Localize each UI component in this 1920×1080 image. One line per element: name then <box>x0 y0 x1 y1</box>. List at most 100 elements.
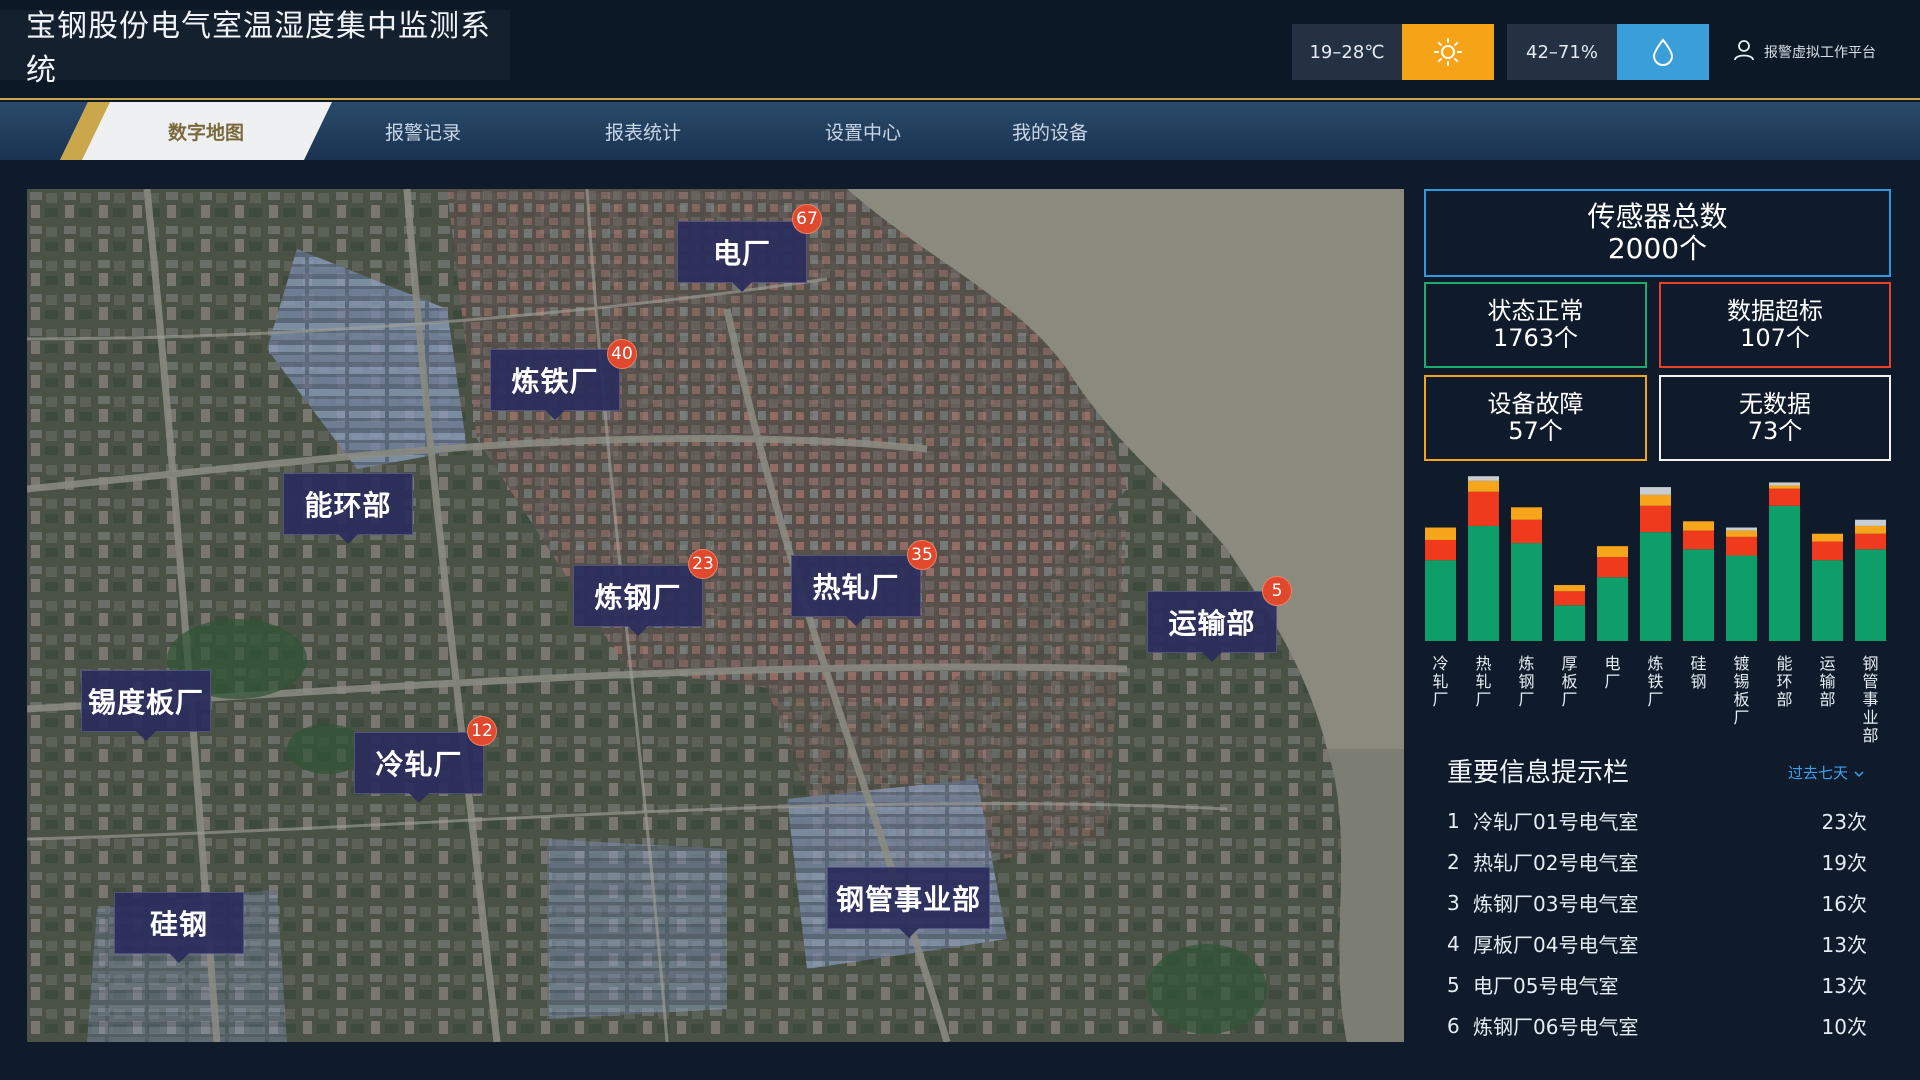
data-exceeded-label: 数据超标 <box>1727 297 1823 325</box>
device-fault-value: 57个 <box>1508 417 1563 445</box>
bar-segment <box>1683 521 1714 531</box>
bar-segment <box>1855 525 1886 534</box>
map-marker-energy-environment[interactable]: 能环部 <box>283 473 413 544</box>
map-marker-silicon-steel[interactable]: 硅钢 <box>114 892 244 963</box>
bar-segment <box>1726 536 1757 556</box>
map-marker-steel-pipe[interactable]: 钢管事业部 <box>827 867 990 938</box>
marker-label: 炼铁厂 <box>511 365 599 398</box>
item-index: 6 <box>1447 1013 1460 1038</box>
list-item[interactable]: 3 炼钢厂03号电气室 16次 <box>1447 882 1867 923</box>
bar-segment <box>1468 480 1499 492</box>
alarm-count-badge: 23 <box>688 549 718 579</box>
status-normal-card[interactable]: 状态正常 1763个 <box>1424 282 1647 368</box>
tab-alarm-records[interactable]: 报警记录 <box>385 102 461 160</box>
user-icon <box>1732 38 1756 66</box>
list-item[interactable]: 1 冷轧厂01号电气室 23次 <box>1447 800 1867 841</box>
sun-icon <box>1402 24 1494 80</box>
no-data-card[interactable]: 无数据 73个 <box>1659 375 1891 461</box>
category-label: 厂 <box>1561 690 1577 709</box>
bar-segment <box>1597 557 1628 578</box>
bar-segment <box>1812 541 1843 561</box>
category-label: 厂 <box>1432 690 1448 709</box>
category-label: 厂 <box>1733 708 1749 727</box>
bar-segment <box>1554 585 1585 592</box>
water-drop-icon <box>1617 24 1709 80</box>
marker-label: 炼钢厂 <box>594 581 682 614</box>
bar-segment <box>1855 549 1886 641</box>
status-normal-label: 状态正常 <box>1487 297 1584 325</box>
list-item[interactable]: 5 电厂05号电气室 13次 <box>1447 964 1867 1005</box>
tab-my-devices[interactable]: 我的设备 <box>1012 102 1088 160</box>
bar-segment <box>1640 487 1671 495</box>
tab-digital-map[interactable]: 数字地图 <box>60 102 332 160</box>
item-index: 5 <box>1447 972 1460 997</box>
device-fault-card[interactable]: 设备故障 57个 <box>1424 375 1647 461</box>
list-item[interactable]: 2 热轧厂02号电气室 19次 <box>1447 841 1867 882</box>
category-label: 电 <box>1604 654 1620 673</box>
bar-segment <box>1855 533 1886 550</box>
item-count: 19次 <box>1821 851 1867 875</box>
marker-label: 冷轧厂 <box>375 748 463 781</box>
bar-segment <box>1640 505 1671 533</box>
marker-label: 硅钢 <box>149 908 208 941</box>
map-marker-hot-rolling[interactable]: 热轧厂 <box>791 555 921 626</box>
category-label: 事 <box>1862 690 1878 709</box>
category-label: 厚 <box>1561 654 1577 673</box>
bar-segment <box>1726 527 1757 531</box>
time-range-label: 过去七天 <box>1788 764 1849 782</box>
category-label: 部 <box>1776 690 1792 709</box>
temperature-widget: 19–28℃ <box>1292 24 1494 80</box>
list-item[interactable]: 4 厚板厂04号电气室 13次 <box>1447 923 1867 964</box>
bar-segment <box>1511 519 1542 544</box>
item-count: 23次 <box>1821 810 1867 834</box>
item-index: 1 <box>1447 808 1460 833</box>
item-name: 炼钢厂06号电气室 <box>1473 1015 1639 1039</box>
map-marker-tinplate[interactable]: 锡度板厂 <box>81 670 211 741</box>
marker-label: 电厂 <box>712 237 771 270</box>
time-range-dropdown[interactable]: 过去七天 <box>1788 762 1864 783</box>
marker-label: 运输部 <box>1168 607 1256 640</box>
humidity-range: 42–71% <box>1507 24 1617 80</box>
category-label: 钢 <box>1862 654 1878 673</box>
stacked-bar-chart: 冷轧厂热轧厂炼钢厂厚板厂电厂炼铁厂硅钢镀锡板厂能环部运输部钢管事业部 <box>1425 476 1886 745</box>
temperature-range: 19–28℃ <box>1292 24 1402 80</box>
category-label: 板 <box>1561 672 1577 691</box>
category-label: 部 <box>1819 690 1835 709</box>
tab-report-stats[interactable]: 报表统计 <box>605 102 681 160</box>
sensor-status-chart: 冷轧厂热轧厂炼钢厂厚板厂电厂炼铁厂硅钢镀锡板厂能环部运输部钢管事业部 <box>1424 470 1894 750</box>
item-name: 炼钢厂03号电气室 <box>1473 892 1639 916</box>
bar-segment <box>1511 543 1542 641</box>
bar-segment <box>1769 482 1800 486</box>
bar-segment <box>1640 532 1671 641</box>
category-label: 运 <box>1819 654 1835 673</box>
category-label: 环 <box>1776 672 1792 691</box>
data-exceeded-card[interactable]: 数据超标 107个 <box>1659 282 1891 368</box>
list-item[interactable]: 6 炼钢厂06号电气室 10次 <box>1447 1005 1867 1046</box>
map-marker-power-plant[interactable]: 电厂 <box>677 221 807 292</box>
category-label: 厂 <box>1518 690 1534 709</box>
sensor-total-value: 2000个 <box>1607 232 1708 265</box>
sensor-total-label: 传感器总数 <box>1587 200 1728 233</box>
category-label: 轧 <box>1475 672 1491 691</box>
device-fault-label: 设备故障 <box>1487 390 1584 418</box>
map-marker-ironmaking[interactable]: 炼铁厂 <box>490 349 620 420</box>
page-title: 宝钢股份电气室温湿度集中监测系统 <box>0 9 510 88</box>
data-exceeded-value: 107个 <box>1740 324 1810 352</box>
main-nav: 数字地图 报警记录 报表统计 设置中心 我的设备 <box>0 102 1920 160</box>
bar-segment <box>1597 577 1628 641</box>
map-marker-transport[interactable]: 运输部 <box>1147 591 1277 662</box>
bar-segment <box>1554 605 1585 641</box>
item-index: 3 <box>1447 890 1460 915</box>
tab-settings[interactable]: 设置中心 <box>825 102 901 160</box>
marker-label: 热轧厂 <box>812 571 900 604</box>
info-panel-title: 重要信息提示栏 <box>1447 758 1630 788</box>
category-label: 钢 <box>1518 672 1534 691</box>
bar-segment <box>1425 560 1456 641</box>
bar-segment <box>1468 491 1499 526</box>
item-index: 4 <box>1447 931 1460 956</box>
user-menu[interactable]: 报警虚拟工作平台 <box>1732 38 1876 66</box>
satellite-map[interactable]: 电厂 67 炼铁厂 40 能环部 炼钢厂 23 热轧厂 35 运输部 5 锡度板… <box>27 189 1404 1042</box>
map-marker-steelmaking[interactable]: 炼钢厂 <box>573 565 703 636</box>
map-marker-cold-rolling[interactable]: 冷轧厂 <box>354 732 484 803</box>
bar-segment <box>1425 527 1456 540</box>
